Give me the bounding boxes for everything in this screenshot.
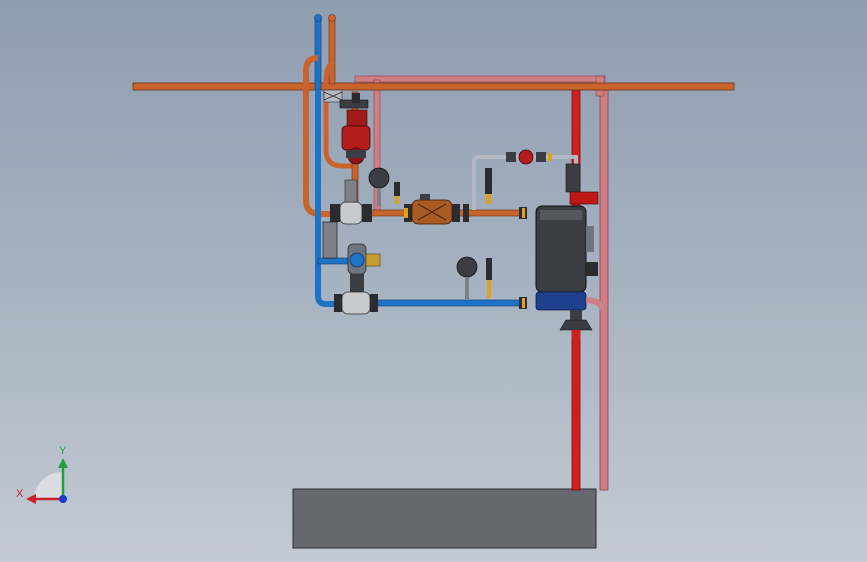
plate-heat-exchanger[interactable] — [535, 163, 607, 317]
left-gauge-panel[interactable] — [322, 221, 338, 259]
z-axis-dot-icon — [59, 495, 67, 503]
cold-ball-valve[interactable] — [334, 291, 378, 315]
triad-x-label: X — [16, 488, 24, 500]
three-way-valve[interactable] — [330, 179, 372, 225]
pressure-gauge-left[interactable] — [368, 167, 400, 206]
exchanger-fittings[interactable] — [519, 207, 527, 309]
origin-cone-icon — [34, 472, 62, 500]
cad-viewport[interactable]: X Y — [0, 0, 867, 562]
pressure-gauge-right[interactable] — [456, 256, 492, 299]
cold-supply-pipe[interactable] — [315, 90, 345, 307]
axis-triad: X Y — [16, 445, 68, 504]
cold-branch-pipe[interactable] — [317, 257, 349, 265]
top-valve-cluster[interactable] — [323, 89, 369, 109]
bypass-pump[interactable] — [506, 149, 552, 165]
circulation-pump-left[interactable] — [341, 109, 371, 165]
triad-y-label: Y — [59, 445, 67, 457]
strainer-assembly[interactable] — [404, 194, 469, 225]
circulation-pump-bottom[interactable] — [559, 310, 593, 340]
piping-assembly-drawing[interactable]: X Y — [0, 0, 867, 562]
main-header-pipe[interactable] — [132, 82, 735, 91]
cold-control-valve[interactable] — [347, 243, 381, 292]
cold-return-pipe[interactable] — [369, 299, 523, 307]
base-block[interactable] — [292, 488, 597, 549]
thermometer-hot[interactable] — [485, 168, 492, 204]
